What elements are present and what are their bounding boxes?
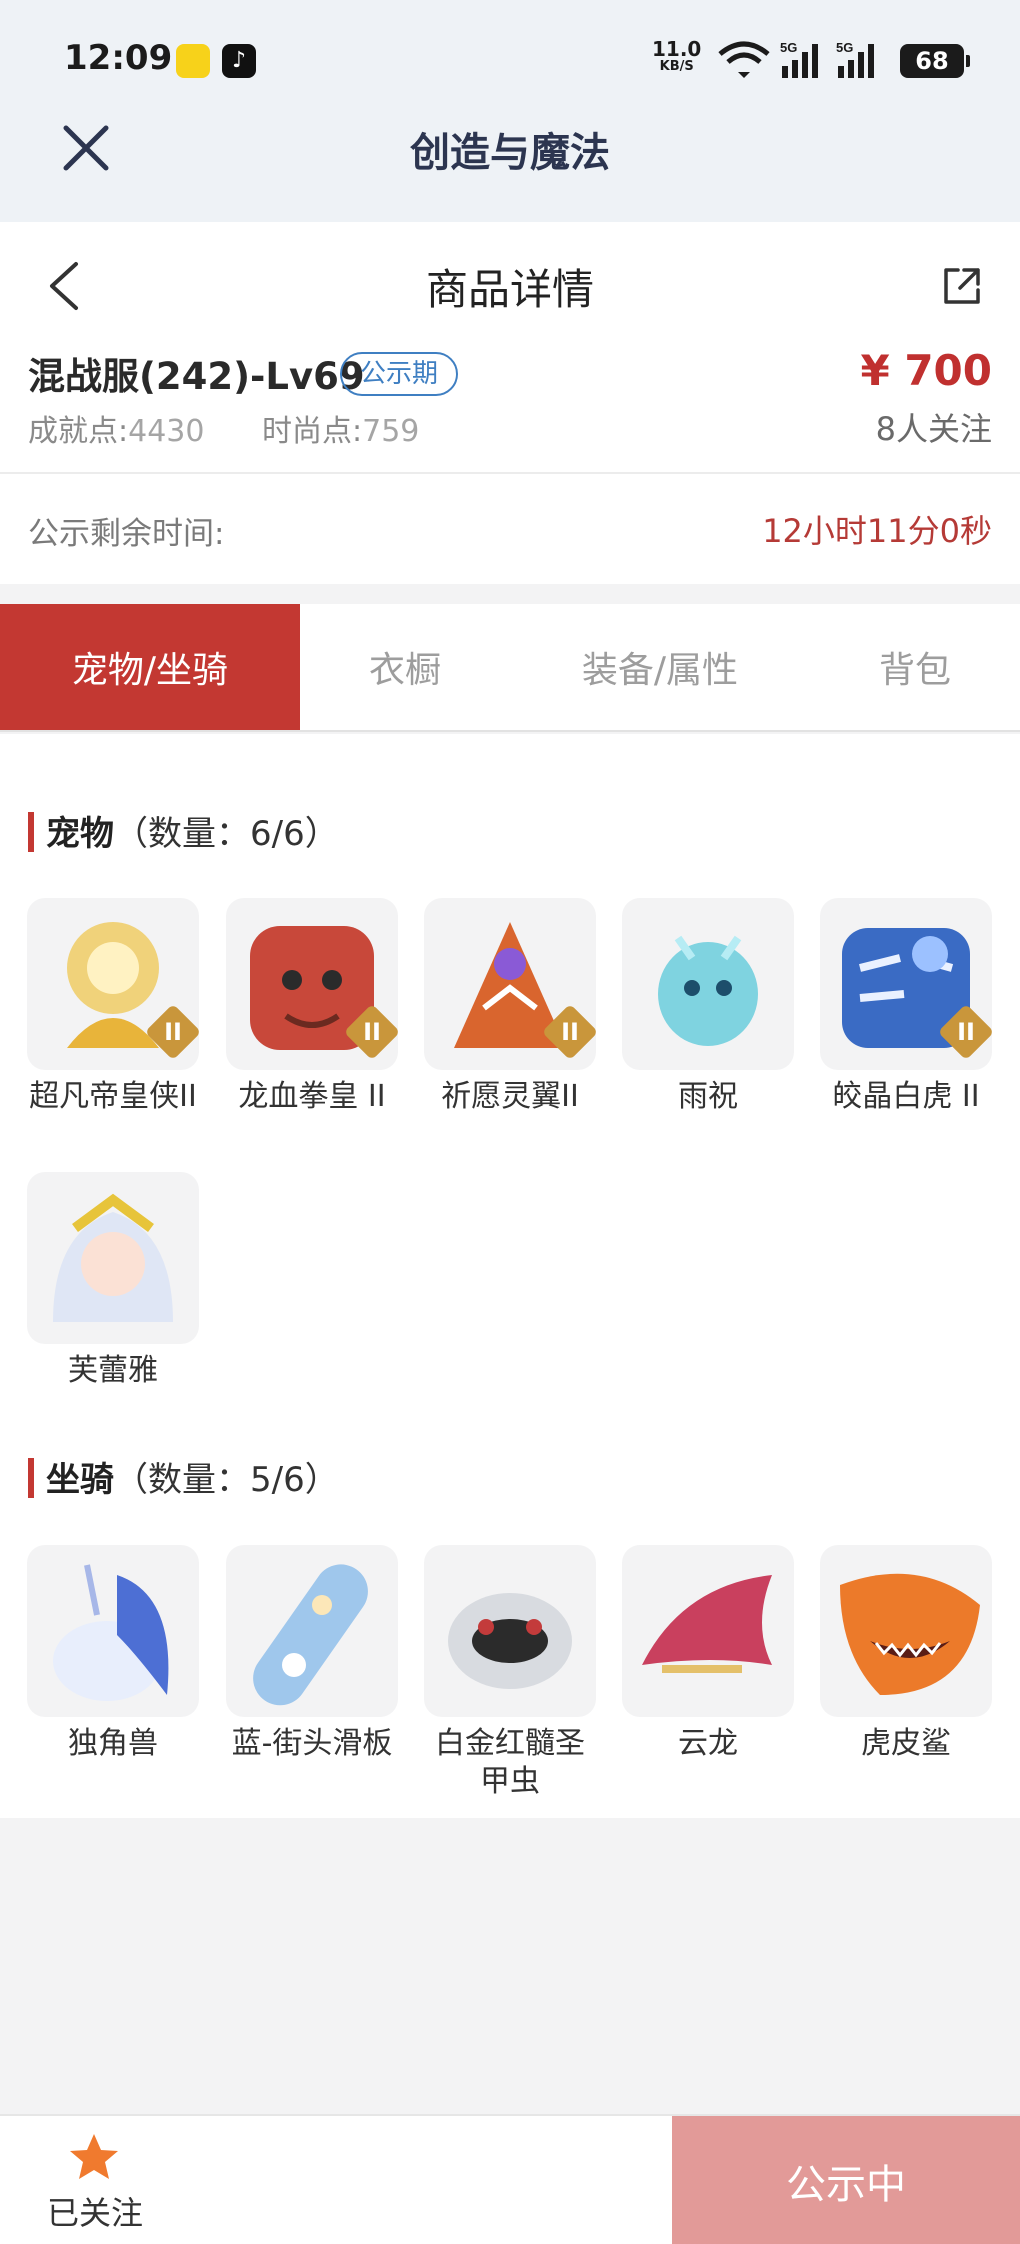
fashion-label: 时尚点: [262, 414, 363, 449]
pet-thumbnail: II [820, 898, 992, 1070]
pet-card[interactable]: 雨祝 [622, 898, 794, 1116]
mount-card[interactable]: 蓝-街头滑板 [226, 1545, 398, 1763]
svg-text:5G: 5G [780, 40, 797, 55]
svg-text:5G: 5G [836, 40, 853, 55]
pet-thumbnail: II [424, 898, 596, 1070]
item-name: 混战服(242)-Lv69 [28, 355, 365, 398]
pet-name: 芙蕾雅 [68, 1353, 158, 1388]
tier-badge: II [343, 1003, 398, 1061]
mount-name: 独角兽 [68, 1726, 158, 1761]
tab-wardrobe[interactable]: 衣橱 [300, 604, 510, 730]
remaining-time-label: 公示剩余时间: [28, 516, 225, 552]
status-button[interactable]: 公示中 [672, 2116, 1020, 2244]
mount-thumbnail [424, 1545, 596, 1717]
pet-thumbnail: II [27, 898, 199, 1070]
follower-count: 8人关注 [875, 410, 992, 448]
network-speed: 11.0 KB/S [652, 39, 701, 76]
pet-name: 皎晶白虎 II [832, 1079, 980, 1114]
mount-thumbnail [622, 1545, 794, 1717]
app-title: 创造与魔法 [410, 130, 610, 176]
pets-title: 宠物 [46, 814, 114, 854]
tiktok-icon: ♪ [222, 44, 256, 78]
remaining-time-value: 12小时11分0秒 [762, 512, 992, 550]
follow-button[interactable]: 已关注 [0, 2116, 190, 2244]
mount-name: 虎皮鲨 [861, 1726, 951, 1761]
price: ¥ 700 [860, 346, 992, 395]
achievement-value: 4430 [128, 414, 205, 449]
pet-thumbnail: II [226, 898, 398, 1070]
pets-count: （数量：6/6） [114, 814, 339, 854]
achievement-label: 成就点: [28, 414, 129, 449]
tab-equipment[interactable]: 装备/属性 [510, 604, 810, 730]
battery-icon: 68 [900, 44, 970, 78]
pet-name: 龙血拳皇 II [238, 1079, 386, 1114]
mounts-section-heading: 坐骑（数量：5/6） [28, 1452, 339, 1501]
tier-badge: II [144, 1003, 199, 1061]
pet-name: 超凡帝皇侠II [29, 1079, 197, 1114]
pet-card[interactable]: II 龙血拳皇 II [226, 898, 398, 1116]
mount-card[interactable]: 独角兽 [27, 1545, 199, 1763]
mount-card[interactable]: 白金红髓圣甲虫 [424, 1545, 596, 1801]
divider [0, 472, 1020, 474]
pet-name: 雨祝 [678, 1079, 738, 1114]
mount-card[interactable]: 云龙 [622, 1545, 794, 1763]
pet-card[interactable]: II 皎晶白虎 II [820, 898, 992, 1116]
tier-badge: II [541, 1003, 596, 1061]
top-area: 12:09 ♪ 11.0 KB/S 5G 5G 68 创造与魔法 [0, 0, 1020, 222]
page-title: 商品详情 [425, 265, 594, 314]
mount-thumbnail [820, 1545, 992, 1717]
fashion-points: 时尚点:759 [262, 406, 419, 450]
tab-pets-mounts[interactable]: 宠物/坐骑 [0, 604, 300, 730]
mount-name: 蓝-街头滑板 [231, 1726, 393, 1761]
share-icon[interactable] [940, 264, 984, 308]
follow-label: 已关注 [46, 2194, 143, 2232]
pet-card[interactable]: 芙蕾雅 [27, 1172, 199, 1390]
fashion-value: 759 [362, 414, 420, 449]
pet-name: 祈愿灵翼II [441, 1079, 579, 1114]
mount-thumbnail [27, 1545, 199, 1717]
tab-backpack[interactable]: 背包 [810, 604, 1020, 730]
tier-badge: II [937, 1003, 992, 1061]
mount-thumbnail [226, 1545, 398, 1717]
mount-name: 云龙 [678, 1726, 738, 1761]
notification-app-icon [176, 44, 210, 78]
mounts-title: 坐骑 [46, 1460, 114, 1500]
mount-name: 白金红髓圣甲虫 [435, 1726, 585, 1799]
achievement-points: 成就点:4430 [28, 406, 204, 450]
mount-card[interactable]: 虎皮鲨 [820, 1545, 992, 1763]
pet-card[interactable]: II 超凡帝皇侠II [27, 898, 199, 1116]
status-badge: 公示期 [340, 352, 459, 396]
bottom-bar: 已关注 公示中 [0, 2114, 1020, 2244]
pets-section-heading: 宠物（数量：6/6） [28, 806, 339, 855]
star-icon [70, 2134, 118, 2179]
pet-thumbnail [27, 1172, 199, 1344]
status-time: 12:09 [64, 38, 173, 78]
pet-thumbnail [622, 898, 794, 1070]
mounts-count: （数量：5/6） [114, 1460, 339, 1500]
pet-card[interactable]: II 祈愿灵翼II [424, 898, 596, 1116]
tab-bar: 宠物/坐骑 衣橱 装备/属性 背包 [0, 604, 1020, 732]
